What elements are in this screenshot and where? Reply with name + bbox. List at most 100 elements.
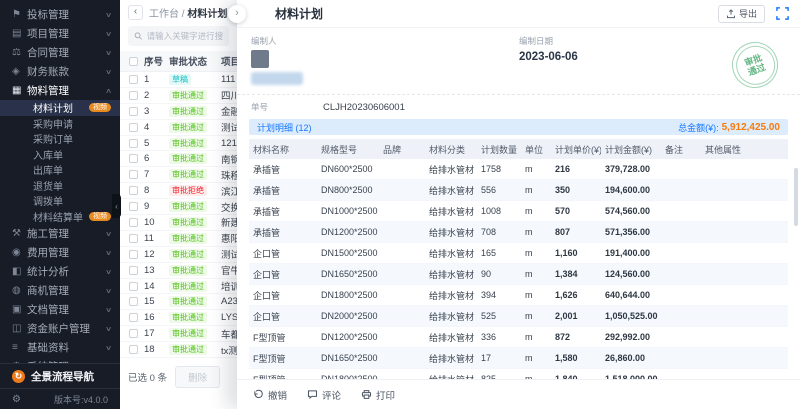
row-checkbox[interactable] xyxy=(129,202,138,211)
print-icon xyxy=(361,389,372,400)
detail-table-row[interactable]: 承插管DN1000*2500给排水管材1008m570574,560.00 xyxy=(249,201,788,222)
sidebar-item-purchase-request[interactable]: 采购申请 xyxy=(0,116,120,132)
detail-cell: m xyxy=(521,327,551,348)
row-checkbox[interactable] xyxy=(129,234,138,243)
row-checkbox[interactable] xyxy=(129,297,138,306)
breadcrumb-root[interactable]: 工作台 xyxy=(149,9,179,20)
row-checkbox[interactable] xyxy=(129,313,138,322)
status-badge: 审批通过 xyxy=(169,90,207,101)
construction-icon: ⚒ xyxy=(12,228,27,239)
sidebar-item-docs[interactable]: ▣文档管理∨ xyxy=(0,300,120,319)
comment-button[interactable]: 评论 xyxy=(307,388,341,402)
detail-table-row[interactable]: 承插管DN800*2500给排水管材556m350194,600.00 xyxy=(249,180,788,201)
detail-table-row[interactable]: 承插管DN1200*2500给排水管材708m807571,356.00 xyxy=(249,222,788,243)
detail-table-header: 材料名称规格型号品牌材料分类计划数量单位计划单价(¥)计划金额(¥)备注其他属性 xyxy=(249,139,788,159)
material-icon: ▦ xyxy=(12,85,27,96)
funds-icon: ◫ xyxy=(12,323,27,334)
sidebar-item-outbound[interactable]: 出库单 xyxy=(0,162,120,178)
sidebar-item-project[interactable]: ▤项目管理∨ xyxy=(0,24,120,43)
search-icon xyxy=(134,31,143,41)
export-button[interactable]: 导出 xyxy=(718,5,765,23)
row-checkbox[interactable] xyxy=(129,123,138,132)
detail-cell: DN1200*2500 xyxy=(317,222,379,243)
row-checkbox[interactable] xyxy=(129,345,138,354)
detail-table-row[interactable]: 企口管DN1800*2500给排水管材394m1,626640,644.00 xyxy=(249,285,788,306)
row-checkbox[interactable] xyxy=(129,75,138,84)
row-checkbox[interactable] xyxy=(129,107,138,116)
detail-cell: 194,600.00 xyxy=(601,180,661,201)
detail-cell: 企口管 xyxy=(249,306,317,327)
row-checkbox[interactable] xyxy=(129,139,138,148)
row-seq: 9 xyxy=(144,201,169,212)
select-all-checkbox[interactable] xyxy=(129,57,138,66)
detail-cell: 525 xyxy=(477,306,521,327)
detail-cell: DN1500*2500 xyxy=(317,243,379,264)
row-checkbox[interactable] xyxy=(129,154,138,163)
detail-cell: DN1800*2500 xyxy=(317,285,379,306)
detail-cell: 企口管 xyxy=(249,285,317,306)
sidebar-item-business[interactable]: ◍商机管理∨ xyxy=(0,281,120,300)
sidebar-item-purchase-order[interactable]: 采购订单 xyxy=(0,131,120,147)
print-button[interactable]: 打印 xyxy=(361,388,395,402)
drawer-collapse-handle[interactable]: › xyxy=(228,5,246,23)
detail-column-header: 计划单价(¥) xyxy=(551,139,601,159)
sidebar-item-construction[interactable]: ⚒施工管理∨ xyxy=(0,224,120,243)
row-checkbox[interactable] xyxy=(129,218,138,227)
sidebar-item-material-plan[interactable]: 材料计划视频 xyxy=(0,100,120,116)
chevron-down-icon: ∨ xyxy=(105,249,112,257)
detail-table-row[interactable]: F型顶管DN1800*2500给排水管材825m1,8401,518,000.0… xyxy=(249,369,788,380)
detail-table-row[interactable]: 企口管DN2000*2500给排水管材525m2,0011,050,525.00 xyxy=(249,306,788,327)
sidebar-item-return[interactable]: 退货单 xyxy=(0,178,120,194)
row-checkbox[interactable] xyxy=(129,91,138,100)
sidebar-item-stats[interactable]: ◧统计分析∨ xyxy=(0,262,120,281)
detail-cell: 872 xyxy=(551,327,601,348)
sidebar-item-funds[interactable]: ◫资金账户管理∨ xyxy=(0,319,120,338)
fullscreen-icon[interactable] xyxy=(774,6,790,22)
sidebar-item-bid[interactable]: ⚑投标管理∨ xyxy=(0,5,120,24)
detail-cell: 给排水管材 xyxy=(425,159,477,180)
scrollbar-thumb[interactable] xyxy=(794,168,798,226)
detail-column-header: 计划数量 xyxy=(477,139,521,159)
settings-gear-icon[interactable]: ⚙ xyxy=(12,394,21,405)
detail-table-row[interactable]: 企口管DN1650*2500给排水管材90m1,384124,560.00 xyxy=(249,264,788,285)
sidebar-item-base[interactable]: ≡基础资料∨ xyxy=(0,338,120,357)
sidebar-item-inbound[interactable]: 入库单 xyxy=(0,147,120,163)
detail-cell xyxy=(701,264,788,285)
sidebar-item-material-settlement[interactable]: 材料结算单视频 xyxy=(0,209,120,225)
detail-table-row[interactable]: 企口管DN1500*2500给排水管材165m1,160191,400.00 xyxy=(249,243,788,264)
sidebar-item-finance[interactable]: ◈财务账款∨ xyxy=(0,62,120,81)
sidebar-item-contract[interactable]: ⚖合同管理∨ xyxy=(0,43,120,62)
sidebar-item-material[interactable]: ▦物料管理∧ xyxy=(0,81,120,100)
total-amount-label: 总金额(¥): xyxy=(678,121,719,134)
sidebar-collapse-handle[interactable]: ‹ xyxy=(112,194,121,218)
detail-column-header: 规格型号 xyxy=(317,139,379,159)
undo-button[interactable]: 撤销 xyxy=(253,388,287,402)
detail-column-header: 材料分类 xyxy=(425,139,477,159)
search-box[interactable] xyxy=(128,26,229,46)
delete-button[interactable]: 删除 xyxy=(175,366,220,388)
panorama-nav-button[interactable]: ↻ 全景流程导航 xyxy=(0,364,120,388)
row-seq: 14 xyxy=(144,281,169,292)
row-checkbox[interactable] xyxy=(129,170,138,179)
stats-icon: ◧ xyxy=(12,266,27,277)
sidebar-footer: ↻ 全景流程导航 ⚙ 版本号:v4.0.0 xyxy=(0,363,120,409)
detail-column-header: 其他属性 xyxy=(701,139,788,159)
row-checkbox[interactable] xyxy=(129,282,138,291)
detail-table-row[interactable]: F型顶管DN1650*2500给排水管材17m1,58026,860.00 xyxy=(249,348,788,369)
row-checkbox[interactable] xyxy=(129,250,138,259)
contract-icon: ⚖ xyxy=(12,47,27,58)
chevron-down-icon: ∨ xyxy=(105,306,112,314)
row-checkbox[interactable] xyxy=(129,266,138,275)
detail-cell: 1,050,525.00 xyxy=(601,306,661,327)
row-checkbox[interactable] xyxy=(129,329,138,338)
back-button[interactable]: ‹ xyxy=(128,5,143,20)
detail-table-row[interactable]: F型顶管DN1200*2500给排水管材336m872292,992.00 xyxy=(249,327,788,348)
sidebar-item-transfer[interactable]: 调拨单 xyxy=(0,193,120,209)
search-input[interactable] xyxy=(147,31,223,41)
detail-cell: 825 xyxy=(477,369,521,380)
creator-label: 编制人 xyxy=(251,35,519,47)
row-checkbox[interactable] xyxy=(129,186,138,195)
sidebar-item-expense[interactable]: ◉费用管理∨ xyxy=(0,243,120,262)
detail-table-row[interactable]: 承插管DN600*2500给排水管材1758m216379,728.00 xyxy=(249,159,788,180)
sidebar-item-label: 入库单 xyxy=(33,147,111,162)
